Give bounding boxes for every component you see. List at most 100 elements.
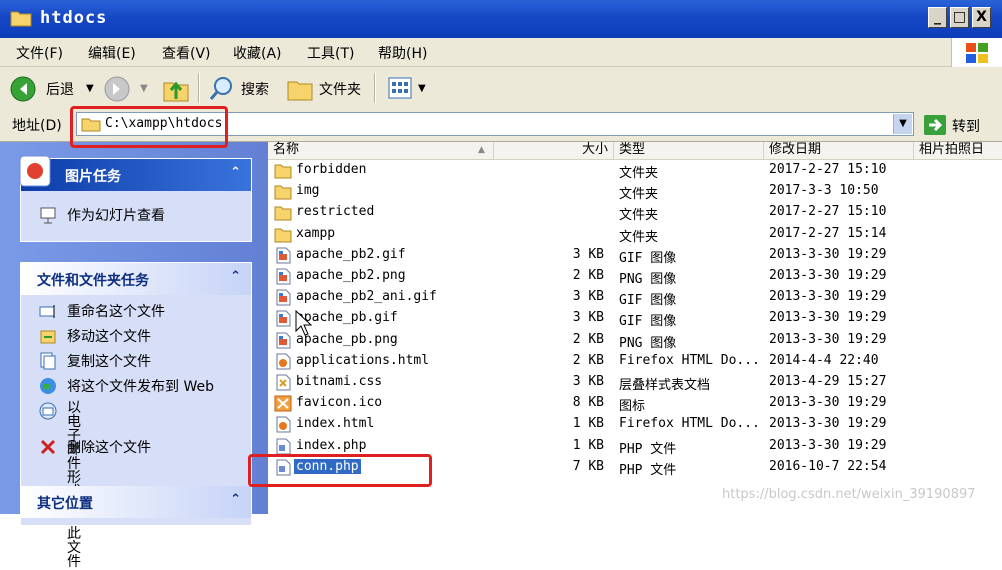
close-button[interactable]: X bbox=[972, 7, 991, 28]
title-bar[interactable]: htdocs _ □ X bbox=[0, 0, 1002, 39]
menu-tools[interactable]: 工具(T) bbox=[307, 43, 354, 63]
file-row[interactable]: index.html 1 KB Firefox HTML Do... 2013-3-3… bbox=[268, 414, 1002, 435]
column-name[interactable]: 名称 ▲ bbox=[268, 142, 494, 159]
file-name: apache_pb2_ani.gif bbox=[296, 289, 437, 305]
back-arrow-icon[interactable] bbox=[10, 76, 36, 102]
file-type: 图标 bbox=[619, 399, 646, 415]
file-size: 7 KB bbox=[572, 458, 604, 474]
file-size: 2 KB bbox=[572, 268, 604, 283]
views-dropdown-icon[interactable]: ▼ bbox=[418, 83, 426, 94]
folders-icon[interactable] bbox=[286, 76, 314, 102]
file-row[interactable]: forbidden 文件夹 2017-2-27 15:10 bbox=[268, 160, 1002, 181]
file-row[interactable]: applications.html 2 KB Firefox HTML Do... 2… bbox=[268, 351, 1002, 372]
php-file-icon bbox=[276, 438, 291, 455]
picture-tasks-header[interactable]: 图片任务 ⌃ bbox=[19, 155, 251, 191]
file-name: img bbox=[296, 183, 320, 199]
windows-logo bbox=[951, 38, 1002, 68]
menu-edit[interactable]: 编辑(E) bbox=[88, 43, 136, 63]
picture-tasks-icon bbox=[19, 155, 51, 187]
email-task-label: 以电子邮件形式发送此 文件 bbox=[67, 400, 81, 570]
search-button[interactable]: 搜索 bbox=[241, 79, 269, 99]
file-name: restricted bbox=[296, 204, 375, 220]
file-row-selected[interactable]: conn.php 7 KB PHP 文件 2016-10-7 22:54 bbox=[268, 457, 1002, 478]
file-name: apache_pb2.png bbox=[296, 268, 406, 283]
collapse-icon[interactable]: ⌃ bbox=[230, 165, 241, 180]
file-type: 层叠样式表文档 bbox=[619, 378, 711, 393]
folder-icon bbox=[274, 185, 292, 200]
forward-arrow-icon[interactable] bbox=[104, 76, 130, 102]
file-modified: 2017-2-27 15:10 bbox=[769, 204, 887, 220]
file-modified: 2017-3-3 10:50 bbox=[769, 183, 879, 199]
maximize-button[interactable]: □ bbox=[950, 7, 969, 28]
watermark: https://blog.csdn.net/weixin_39190897 bbox=[722, 487, 976, 502]
file-row[interactable]: img 文件夹 2017-3-3 10:50 bbox=[268, 181, 1002, 202]
folder-icon bbox=[274, 206, 292, 221]
file-type: GIF 图像 bbox=[619, 314, 677, 330]
other-places-header[interactable]: 其它位置 ⌃ bbox=[21, 486, 251, 518]
rename-icon bbox=[39, 305, 55, 318]
collapse-icon[interactable]: ⌃ bbox=[230, 492, 241, 507]
file-tasks-panel: 文件和文件夹任务 ⌃ 重命名这个文件 移动这个文件 复制这个文件 将这个文件发布… bbox=[20, 262, 252, 569]
file-name: index.html bbox=[296, 416, 375, 432]
file-row[interactable]: apache_pb2.png 2 KB PNG 图像 2013-3-30 19:29 bbox=[268, 266, 1002, 287]
file-row[interactable]: bitnami.css 3 KB 层叠样式表文档 2013-4-29 15:27 bbox=[268, 372, 1002, 393]
menu-bar: 文件(F) 编辑(E) 查看(V) 收藏(A) 工具(T) 帮助(H) bbox=[0, 38, 1002, 67]
file-row[interactable]: apache_pb.png 2 KB PNG 图像 2013-3-30 19:29 bbox=[268, 330, 1002, 351]
file-type: 文件夹 bbox=[619, 187, 659, 203]
collapse-icon[interactable]: ⌃ bbox=[230, 269, 241, 284]
address-input[interactable]: C:\xampp\htdocs ▼ bbox=[76, 112, 914, 136]
file-row[interactable]: index.php 1 KB PHP 文件 2013-3-30 19:29 bbox=[268, 436, 1002, 457]
file-size: 8 KB bbox=[572, 395, 604, 411]
folder-icon bbox=[10, 11, 32, 27]
forward-dropdown-icon[interactable]: ▼ bbox=[140, 83, 148, 94]
file-row[interactable]: restricted 文件夹 2017-2-27 15:10 bbox=[268, 202, 1002, 223]
file-modified: 2013-3-30 19:29 bbox=[769, 246, 887, 262]
file-type: 文件夹 bbox=[619, 229, 659, 245]
file-row[interactable]: apache_pb2.gif 3 KB GIF 图像 2013-3-30 19:29 bbox=[268, 245, 1002, 266]
other-places-title: 其它位置 bbox=[37, 496, 93, 512]
file-modified: 2013-3-30 19:29 bbox=[769, 310, 887, 326]
menu-view[interactable]: 查看(V) bbox=[162, 43, 211, 63]
column-photo-date[interactable]: 相片拍照日 bbox=[914, 142, 1002, 159]
delete-x-icon bbox=[40, 439, 56, 455]
menu-help[interactable]: 帮助(H) bbox=[378, 43, 427, 63]
address-path: C:\xampp\htdocs bbox=[105, 116, 223, 131]
back-dropdown-icon[interactable]: ▼ bbox=[86, 83, 94, 94]
file-row[interactable]: apache_pb2_ani.gif 3 KB GIF 图像 2013-3-30 19… bbox=[268, 287, 1002, 308]
mouse-cursor-icon bbox=[295, 310, 313, 336]
html-file-icon bbox=[276, 353, 291, 370]
folder-icon bbox=[81, 118, 101, 132]
folders-button[interactable]: 文件夹 bbox=[319, 79, 361, 99]
file-name: xampp bbox=[296, 225, 336, 241]
address-dropdown-icon[interactable]: ▼ bbox=[893, 114, 912, 134]
file-size: 2 KB bbox=[572, 352, 604, 368]
file-name: conn.php bbox=[294, 458, 361, 474]
file-row[interactable]: xampp 文件夹 2017-2-27 15:14 bbox=[268, 224, 1002, 245]
file-type: 文件夹 bbox=[619, 166, 659, 181]
go-arrow-icon[interactable] bbox=[924, 115, 946, 135]
toolbar-separator bbox=[198, 73, 200, 103]
other-places-panel: 其它位置 ⌃ bbox=[20, 486, 252, 526]
file-tasks-header[interactable]: 文件和文件夹任务 ⌃ bbox=[21, 263, 251, 295]
views-icon[interactable] bbox=[388, 77, 412, 99]
file-modified: 2013-3-30 19:29 bbox=[769, 437, 887, 453]
column-type[interactable]: 类型 bbox=[614, 142, 764, 159]
go-button[interactable]: 转到 bbox=[952, 116, 980, 136]
image-file-icon bbox=[276, 289, 291, 306]
search-icon[interactable] bbox=[208, 75, 236, 103]
menu-file[interactable]: 文件(F) bbox=[16, 43, 63, 63]
file-row[interactable]: favicon.ico 8 KB 图标 2013-3-30 19:29 bbox=[268, 393, 1002, 414]
back-button[interactable]: 后退 bbox=[46, 79, 74, 99]
up-folder-icon[interactable] bbox=[162, 75, 190, 103]
column-modified[interactable]: 修改日期 bbox=[764, 142, 914, 159]
rename-task-label: 重命名这个文件 bbox=[67, 304, 165, 320]
file-row[interactable]: apache_pb.gif 3 KB GIF 图像 2013-3-30 19:29 bbox=[268, 308, 1002, 329]
image-file-icon bbox=[276, 247, 291, 264]
column-size[interactable]: 大小 bbox=[494, 142, 614, 159]
file-name: forbidden bbox=[296, 162, 367, 177]
menu-favorites[interactable]: 收藏(A) bbox=[233, 43, 282, 63]
minimize-button[interactable]: _ bbox=[928, 7, 947, 28]
file-size: 3 KB bbox=[572, 289, 604, 305]
image-file-icon bbox=[276, 332, 291, 349]
image-file-icon bbox=[276, 310, 291, 327]
